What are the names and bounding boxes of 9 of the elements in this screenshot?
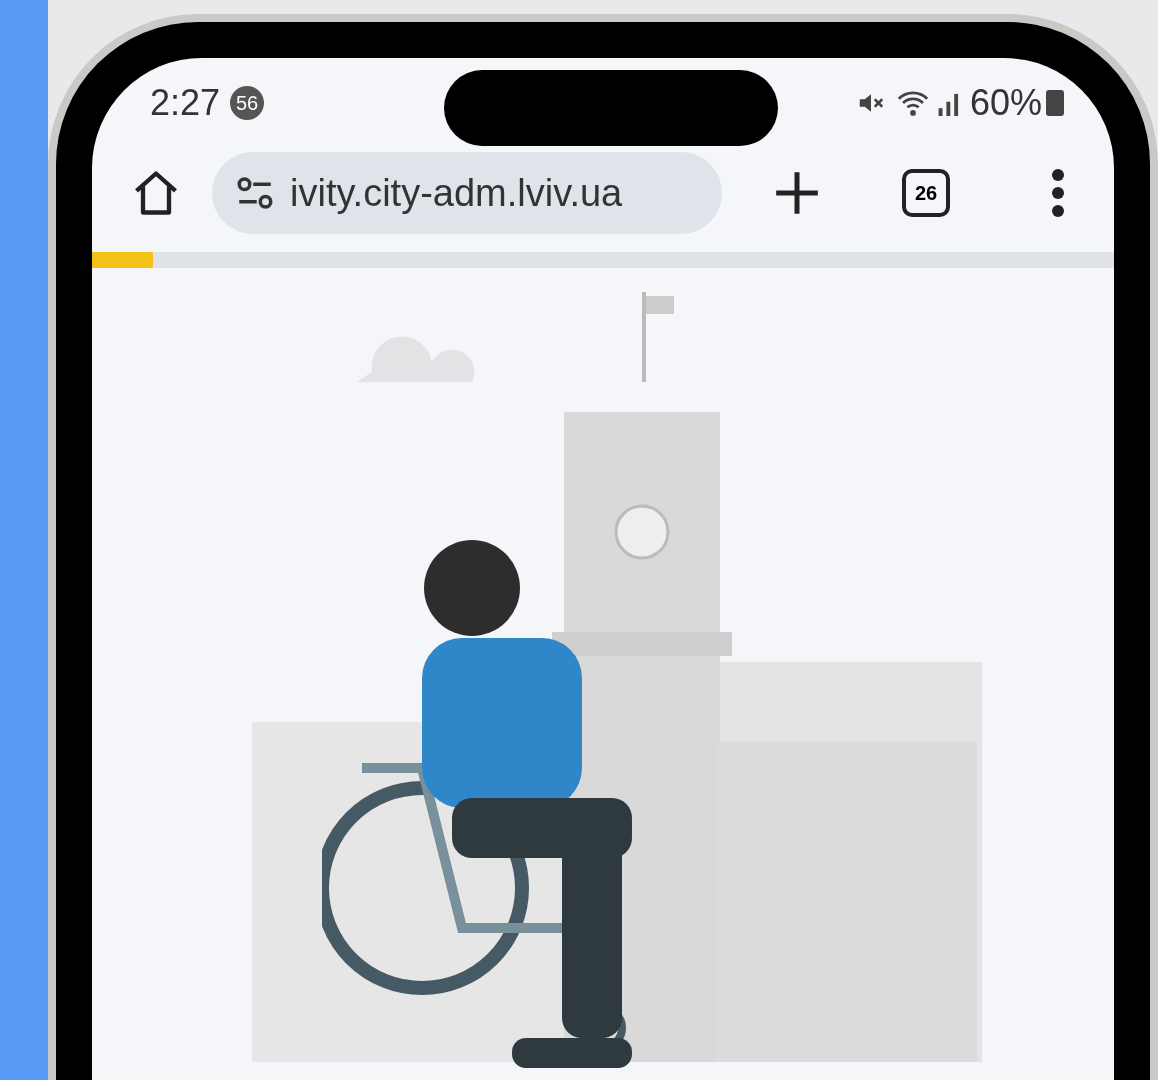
url-text: ivity.city-adm.lviv.ua — [290, 170, 623, 216]
battery-icon — [1046, 90, 1064, 116]
status-time: 2:27 — [150, 81, 221, 125]
tab-count-button[interactable]: 26 — [902, 169, 950, 217]
more-icon[interactable] — [1050, 168, 1066, 218]
battery-percentage: 60% — [969, 81, 1042, 125]
notification-badge: 56 — [230, 86, 265, 120]
address-bar[interactable]: ivity.city-adm.lviv.ua — [212, 152, 722, 234]
wifi-icon — [895, 88, 930, 118]
